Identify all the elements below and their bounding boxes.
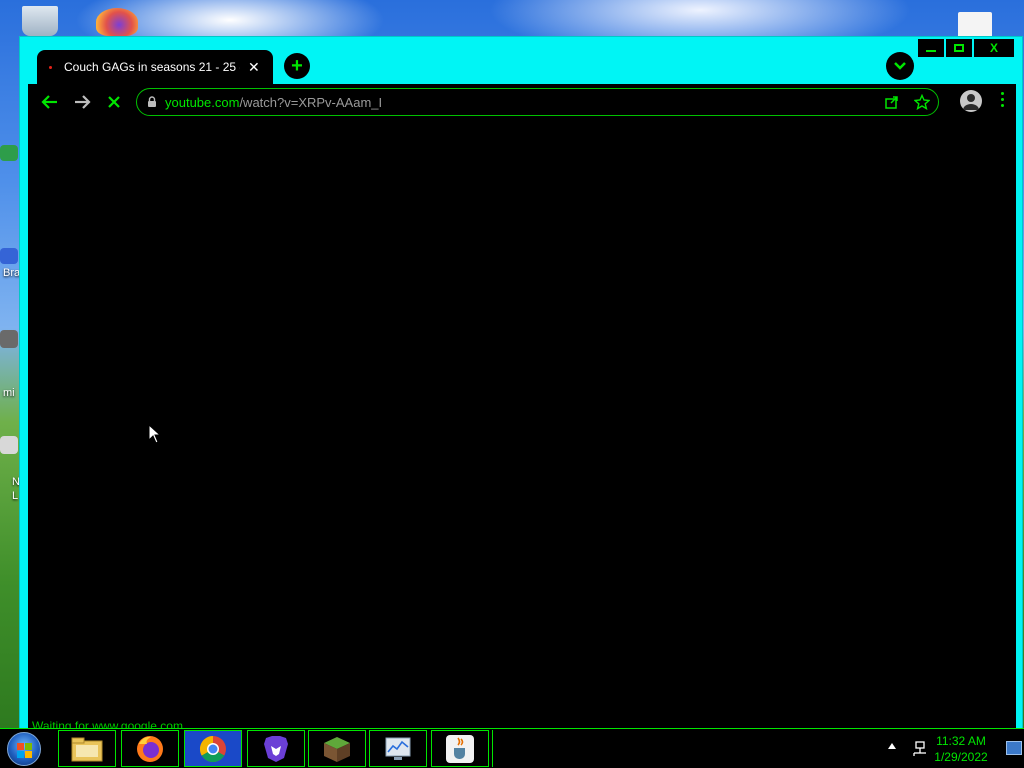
file-desktop-icon[interactable] [958,12,992,38]
chrome-icon [199,735,226,762]
maximize-icon [954,44,964,52]
windows-logo-icon [7,732,41,766]
desktop-icon[interactable] [0,248,18,264]
tab-title: Couch GAGs in seasons 21 - 25 - [64,60,240,74]
taskbar-file-explorer[interactable] [58,730,116,767]
mouse-cursor-icon [148,423,162,449]
forward-button[interactable] [66,86,98,118]
new-tab-button[interactable]: + [284,53,310,79]
tab-active[interactable]: Couch GAGs in seasons 21 - 25 - ✕ [37,50,273,84]
desktop-icon[interactable] [0,330,18,348]
taskbar-resource-monitor[interactable] [369,730,427,767]
share-icon[interactable] [884,94,900,110]
tab-close-icon[interactable]: ✕ [248,59,260,76]
omnibox-actions [884,94,930,110]
url-path: /watch?v=XRPv-AAam_I [239,94,383,110]
folder-icon [71,737,103,761]
url-host: youtube.com [165,94,240,110]
menu-dot-icon [1000,98,1004,101]
taskbar-firefox[interactable] [121,730,179,767]
java-cup-icon [446,734,474,763]
arrow-right-icon [75,95,91,109]
stop-loading-button[interactable] [98,86,130,118]
page-content[interactable]: Waiting for www.google.com... [28,120,1016,733]
taskbar: 11:32 AM 1/29/2022 [0,728,1024,768]
plus-icon: + [291,55,303,77]
minimize-icon [926,50,936,52]
taskbar-minecraft[interactable] [308,730,366,767]
back-button[interactable] [34,86,66,118]
tab-search-button[interactable] [886,52,914,80]
desktop-icon-label: L [12,490,19,502]
recycle-bin-icon[interactable] [22,6,58,36]
grass-block-icon [324,736,350,762]
start-button[interactable] [4,731,44,767]
minimize-button[interactable] [918,39,944,57]
url-text: youtube.com/watch?v=XRPv-AAam_I [165,95,382,110]
system-clock[interactable]: 11:32 AM 1/29/2022 [926,733,996,765]
maximize-button[interactable] [946,39,972,57]
person-icon [963,94,979,110]
loading-favicon-icon [49,65,52,69]
desktop-icon-label: mi [3,387,15,399]
taskbar-brave-nightly[interactable] [247,730,305,767]
browser-toolbar: youtube.com/watch?v=XRPv-AAam_I [28,84,1016,120]
desktop-icon-label: Bra [3,267,21,279]
taskbar-java[interactable] [431,730,489,767]
firefox-icon [137,735,163,762]
menu-dot-icon [1000,104,1004,107]
brave-lion-icon [264,735,288,762]
menu-dot-icon [1000,92,1004,95]
desktop-icon[interactable] [0,145,18,161]
browser-window: X Couch GAGs in seasons 21 - 25 - ✕ + yo… [19,36,1023,733]
window-controls: X [918,39,1014,57]
browser-menu-button[interactable] [996,92,1008,112]
arrow-left-icon [41,95,57,109]
star-icon[interactable] [914,94,930,110]
taskbar-chrome[interactable] [184,730,242,767]
chevron-down-icon [894,62,906,70]
show-hidden-icons-icon[interactable] [888,743,896,749]
close-window-button[interactable]: X [974,39,1014,57]
clock-date: 1/29/2022 [934,750,988,764]
firefox-desktop-icon[interactable] [96,8,138,36]
close-icon [108,96,120,108]
address-bar[interactable]: youtube.com/watch?v=XRPv-AAam_I [136,88,939,116]
clock-time: 11:32 AM [936,734,986,748]
profile-avatar-button[interactable] [960,90,982,112]
lock-icon [148,96,156,107]
taskbar-empty-slot [492,730,493,767]
monitor-chart-icon [385,737,411,760]
show-desktop-button[interactable] [1006,741,1022,755]
desktop-icon[interactable] [0,436,18,454]
